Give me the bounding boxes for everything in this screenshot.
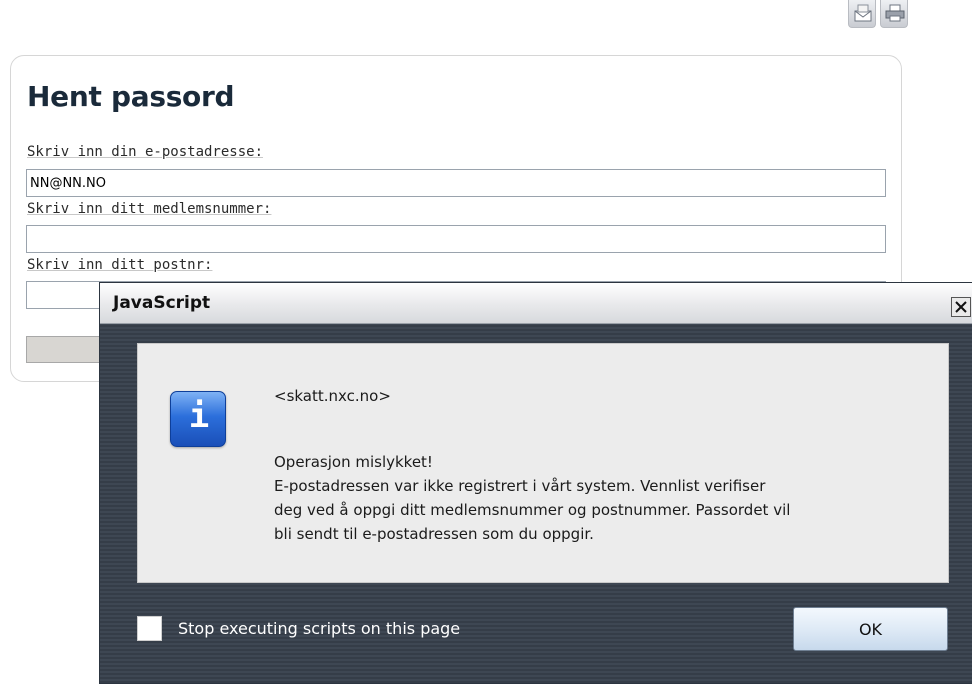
- ok-button[interactable]: OK: [793, 607, 948, 651]
- message-line: deg ved å oppgi ditt medlemsnummer og po…: [274, 501, 791, 519]
- submit-button[interactable]: [26, 336, 106, 363]
- message-line: E-postadressen var ikke registrert i vår…: [274, 477, 766, 495]
- message-line: Operasjon mislykket!: [274, 453, 433, 471]
- postal-code-label: Skriv inn ditt postnr:: [27, 257, 213, 273]
- message-line: bli sendt til e-postadressen som du oppg…: [274, 525, 594, 543]
- email-field[interactable]: [26, 169, 886, 197]
- dialog-message: Operasjon mislykket! E-postadressen var …: [274, 450, 790, 546]
- close-icon[interactable]: [951, 297, 971, 317]
- stop-scripts-checkbox[interactable]: [137, 616, 162, 641]
- member-number-label: Skriv inn ditt medlemsnummer:: [27, 201, 272, 217]
- stop-scripts-label[interactable]: Stop executing scripts on this page: [178, 619, 460, 638]
- email-label: Skriv inn din e-postadresse:: [27, 144, 264, 160]
- dialog-origin: <skatt.nxc.no>: [274, 387, 391, 405]
- message-panel: i <skatt.nxc.no> Operasjon mislykket! E-…: [137, 343, 949, 583]
- dialog-titlebar[interactable]: JavaScript: [100, 283, 972, 324]
- info-icon: i: [170, 391, 226, 447]
- print-icon[interactable]: [880, 0, 908, 28]
- info-icon-glyph: i: [188, 396, 210, 436]
- dialog-title: JavaScript: [113, 293, 211, 313]
- page-toolbar: [844, 0, 924, 30]
- javascript-alert-dialog: JavaScript i <skatt.nxc.no> Operasjon mi…: [99, 282, 972, 684]
- page-title: Hent passord: [27, 80, 235, 113]
- member-number-field[interactable]: [26, 225, 886, 253]
- mail-icon[interactable]: [848, 0, 876, 28]
